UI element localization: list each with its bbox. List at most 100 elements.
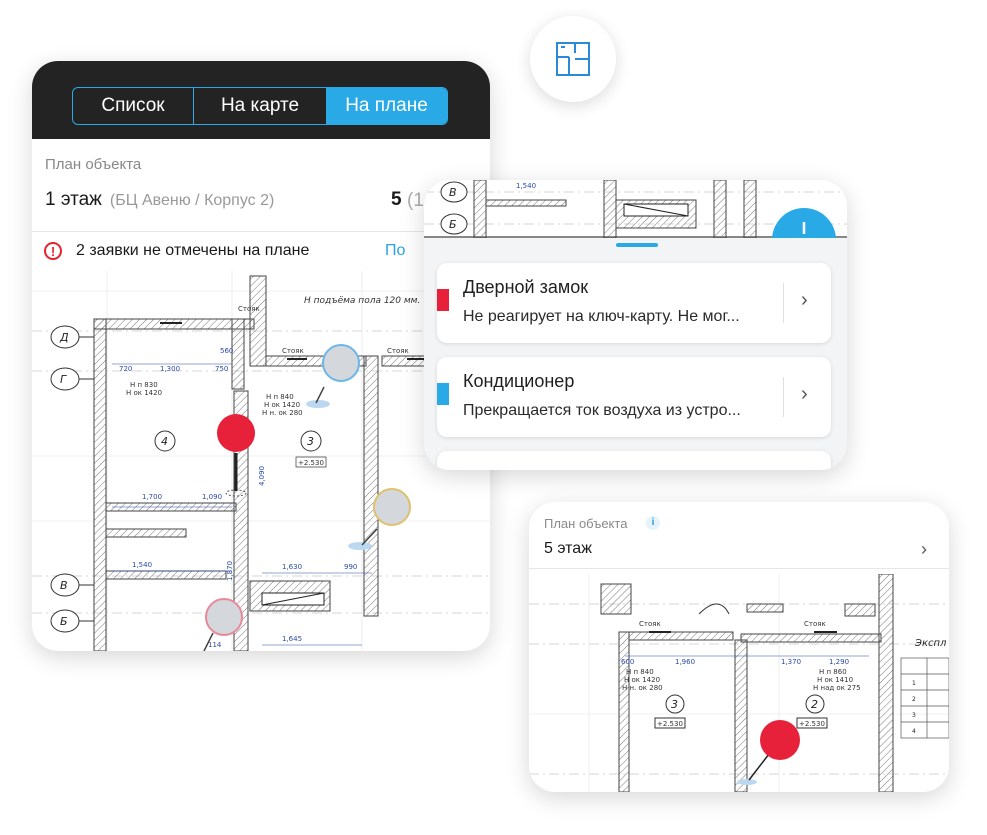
table-title: Экспл — [914, 638, 947, 649]
top-bar: Список На карте На плане — [32, 61, 490, 139]
floor-name: 5 этаж — [544, 540, 592, 557]
axis-b: Б — [60, 615, 68, 628]
dimension: 1,960 — [675, 658, 695, 666]
task-card[interactable]: Дверной замок Не реагирует на ключ-карту… — [437, 263, 831, 343]
table-cell: 1 — [912, 680, 916, 687]
table-cell: 3 — [912, 712, 916, 719]
floor-plan-icon — [556, 42, 590, 76]
priority-stripe — [437, 383, 449, 405]
warning-text: 2 заявки не отмечены на плане — [76, 242, 310, 259]
floor-name: 1 этаж — [45, 189, 102, 210]
floor-plan[interactable]: Д Г В Б 4 3 H подъёма пола 120 мм. Стояк… — [32, 271, 490, 651]
dimension: 1,300 — [160, 365, 180, 373]
tab-list[interactable]: Список — [73, 88, 194, 124]
divider — [32, 231, 490, 232]
floor-plan-card: План объекта i 5 этаж › 3 2 Экспл +2.530… — [529, 502, 949, 792]
plan-label: H н. ок 280 — [622, 684, 663, 692]
building-name: (БЦ Авеню / Корпус 2) — [109, 192, 275, 209]
table-cell: 4 — [912, 728, 916, 735]
task-count-suffix: (1 — [407, 190, 424, 211]
task-title: Кондиционер — [463, 371, 575, 391]
dimension: 4,090 — [258, 466, 266, 486]
room-number: 2 — [811, 698, 818, 711]
task-card[interactable]: Кондиционер Прекращается ток воздуха из … — [437, 357, 831, 437]
plan-label: H над ок 275 — [813, 684, 861, 692]
dimension: 1,540 — [132, 561, 152, 569]
priority-stripe — [437, 289, 449, 311]
level-mark: +2.530 — [657, 720, 683, 728]
chevron-right-icon: › — [801, 289, 808, 311]
dimension: 560 — [220, 347, 233, 355]
plan-label: План объекта — [544, 516, 628, 531]
axis-d: Д — [59, 331, 69, 344]
level-mark: +2.530 — [799, 720, 825, 728]
unplaced-warning: ! 2 заявки не отмечены на плане — [44, 237, 484, 265]
dimension: 750 — [215, 365, 228, 373]
plan-label: H н. ок 280 — [262, 409, 303, 417]
dimension: 114 — [208, 641, 222, 649]
plan-note: H подъёма пола 120 мм. — [304, 296, 420, 306]
plan-label: H п 840 — [626, 668, 654, 676]
room-number: 3 — [307, 435, 314, 448]
task-description: Прекращается ток воздуха из устро... — [463, 402, 741, 419]
room-number: 3 — [671, 698, 678, 711]
task-title: Дверной замок — [463, 277, 589, 297]
dimension: 1,290 — [829, 658, 849, 666]
floor-plan-badge — [530, 16, 616, 102]
plan-label: Стояк — [282, 347, 304, 355]
tab-plan[interactable]: На плане — [326, 88, 447, 124]
add-task-fab[interactable] — [772, 208, 836, 272]
dimension: 1,540 — [516, 182, 536, 190]
divider — [529, 568, 949, 569]
plan-label: H п 840 — [266, 393, 294, 401]
plan-label: Стояк — [387, 347, 409, 355]
plan-label: План объекта — [45, 156, 142, 173]
task-description: Не реагирует на ключ-карту. Не мог... — [463, 308, 740, 325]
plan-label: H ок 1420 — [624, 676, 660, 684]
tasks-sheet: В Б 1,540 Дверной замок Не реагирует на … — [424, 180, 847, 470]
axis-b: Б — [449, 218, 457, 231]
dimension: 1,630 — [282, 563, 302, 571]
floor-plan-drawing: Д Г В Б 4 3 H подъёма пола 120 мм. Стояк… — [32, 271, 490, 651]
plan-label: H ок 1420 — [126, 389, 162, 397]
sheet-handle[interactable] — [616, 243, 658, 247]
dimension: 600 — [621, 658, 634, 666]
level-mark: +2.530 — [298, 459, 324, 467]
divider — [783, 377, 784, 417]
plan-view-card: Список На карте На плане План объекта 1 … — [32, 61, 490, 651]
plan-label: Стояк — [238, 305, 260, 313]
chevron-right-icon[interactable]: › — [921, 539, 927, 560]
show-link[interactable]: По — [385, 242, 405, 260]
floor-plan[interactable]: 3 2 Экспл +2.530 +2.530 Стояк Стояк H п … — [529, 573, 949, 792]
plan-label: H ок 1420 — [264, 401, 300, 409]
axis-v: В — [449, 186, 457, 199]
dimension: 1,645 — [282, 635, 302, 643]
floor-plan-drawing: 3 2 Экспл +2.530 +2.530 Стояк Стояк H п … — [529, 573, 949, 792]
plan-label: H п 830 — [130, 381, 158, 389]
view-switch: Список На карте На плане — [72, 87, 448, 125]
plan-label: Стояк — [639, 620, 661, 628]
task-count: 5 — [391, 189, 402, 210]
room-number: 4 — [161, 435, 168, 448]
tab-map[interactable]: На карте — [194, 88, 326, 124]
task-pin-red[interactable] — [217, 414, 255, 497]
axis-v: В — [60, 579, 68, 592]
table-cell: 2 — [912, 696, 916, 703]
task-pin-blue[interactable] — [306, 344, 360, 408]
plan-label: H ок 1410 — [817, 676, 853, 684]
alert-icon: ! — [44, 242, 62, 260]
dimension: 1,370 — [781, 658, 801, 666]
axis-g: Г — [60, 373, 67, 386]
task-card[interactable] — [437, 451, 831, 470]
floor-selector[interactable]: 1 этаж (БЦ Авеню / Корпус 2) 5 (1 — [45, 189, 485, 215]
floor-plan-strip-drawing: В Б 1,540 — [424, 180, 847, 272]
dimension: 1,090 — [202, 493, 222, 501]
plan-label: H п 860 — [819, 668, 847, 676]
dimension: 990 — [344, 563, 357, 571]
info-icon[interactable]: i — [646, 516, 660, 530]
floor-plan-strip[interactable]: В Б 1,540 — [424, 180, 847, 272]
task-pin-yellow[interactable] — [348, 488, 411, 550]
dimension: 720 — [119, 365, 132, 373]
chevron-right-icon: › — [801, 383, 808, 405]
divider — [783, 283, 784, 323]
